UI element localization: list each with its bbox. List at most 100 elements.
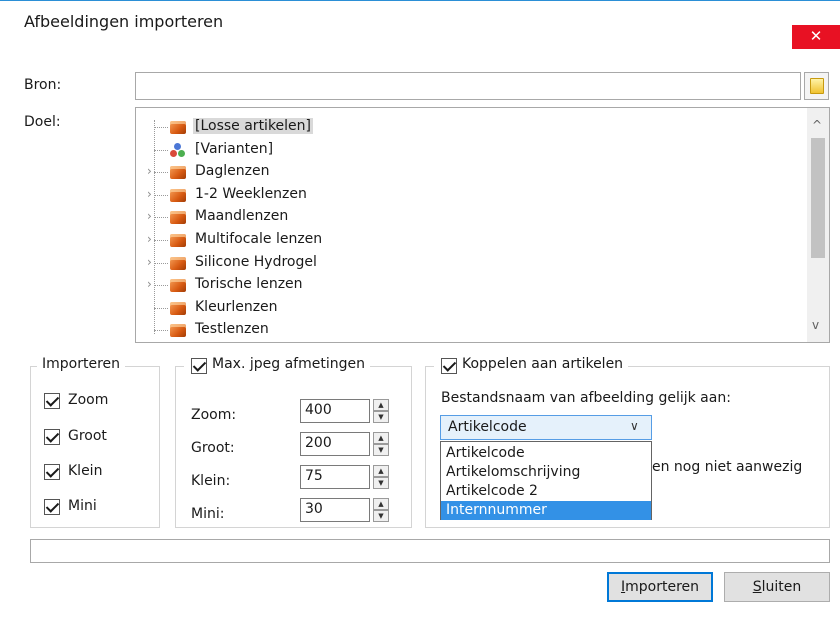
- chevron-right-icon[interactable]: ›: [147, 188, 157, 200]
- tree-item-label: Multifocale lenzen: [195, 231, 323, 247]
- jpeg-klein-input[interactable]: 75: [300, 465, 370, 489]
- tree-item[interactable]: Kleurlenzen: [136, 297, 796, 319]
- import-group-legend: Importeren: [37, 356, 126, 372]
- link-articles-legend: Koppelen aan artikelen: [434, 356, 629, 372]
- tree-item[interactable]: Testlenzen: [136, 319, 796, 341]
- cube-icon: [169, 187, 187, 203]
- zoom-checkbox-label: Zoom: [68, 392, 109, 408]
- tree-item-label: Testlenzen: [195, 321, 269, 338]
- spin-down-icon[interactable]: ▼: [373, 411, 389, 423]
- spin-up-icon[interactable]: ▲: [373, 498, 389, 510]
- filename-match-dropdown: Artikelcode Artikelomschrijving Artikelc…: [440, 441, 652, 520]
- klein-checkbox[interactable]: [44, 464, 60, 480]
- cube-icon: [169, 300, 187, 316]
- jpeg-zoom-stepper[interactable]: ▲ ▼: [373, 399, 389, 423]
- dropdown-option-artikelcode-2[interactable]: Artikelcode 2: [441, 482, 651, 501]
- tree-scrollbar[interactable]: ^ v: [807, 108, 829, 342]
- spin-up-icon[interactable]: ▲: [373, 432, 389, 444]
- tree-item[interactable]: › Multifocale lenzen: [136, 229, 796, 251]
- tree-item-label: Maandlenzen: [195, 208, 289, 225]
- jpeg-mini-stepper[interactable]: ▲ ▼: [373, 498, 389, 522]
- chevron-right-icon[interactable]: ›: [147, 165, 157, 177]
- tree-connector: [154, 240, 168, 241]
- scrollbar-thumb[interactable]: [811, 138, 825, 258]
- cube-icon: [169, 255, 187, 271]
- spin-up-icon[interactable]: ▲: [373, 399, 389, 411]
- scroll-up-icon[interactable]: ^: [812, 118, 822, 132]
- dropdown-option-artikelcode[interactable]: Artikelcode: [441, 444, 651, 463]
- spin-down-icon[interactable]: ▼: [373, 510, 389, 522]
- tree-item[interactable]: › Torische lenzen: [136, 274, 796, 296]
- filename-match-label: Bestandsnaam van afbeelding gelijk aan:: [441, 390, 731, 406]
- partially-hidden-text: en nog niet aanwezig: [652, 459, 803, 475]
- tree-item-label: Kleurlenzen: [195, 298, 278, 315]
- tree-item-label: [Varianten]: [195, 140, 274, 157]
- mini-checkbox-label: Mini: [68, 498, 97, 514]
- tree-item[interactable]: › Daglenzen: [136, 161, 796, 183]
- tree-connector: [154, 194, 168, 196]
- tree-item[interactable]: [Varianten]: [136, 139, 796, 161]
- spin-down-icon[interactable]: ▼: [373, 477, 389, 489]
- jpeg-size-checkbox[interactable]: [191, 358, 207, 374]
- tree-connector: [154, 217, 168, 219]
- chevron-down-icon: ∨: [630, 419, 639, 433]
- zoom-checkbox[interactable]: [44, 393, 60, 409]
- tree-item[interactable]: › Maandlenzen: [136, 206, 796, 228]
- dropdown-option-artikelomschrijving[interactable]: Artikelomschrijving: [441, 463, 651, 482]
- target-label: Doel:: [24, 114, 61, 130]
- spin-up-icon[interactable]: ▲: [373, 465, 389, 477]
- title-bar: Afbeeldingen importeren ✕: [0, 1, 840, 49]
- tree-connector: [154, 172, 168, 174]
- target-tree[interactable]: [Losse artikelen] [Varianten] › Daglenzen › 1…: [135, 107, 830, 343]
- molecule-icon: [169, 142, 187, 158]
- tree-connector: [154, 127, 168, 128]
- chevron-right-icon[interactable]: ›: [147, 233, 157, 245]
- chevron-right-icon[interactable]: ›: [147, 210, 157, 222]
- tree-connector: [154, 330, 168, 332]
- import-button-label: mporteren: [625, 579, 700, 595]
- jpeg-groot-stepper[interactable]: ▲ ▼: [373, 432, 389, 456]
- filename-match-value: Artikelcode: [448, 419, 527, 435]
- jpeg-klein-stepper[interactable]: ▲ ▼: [373, 465, 389, 489]
- filename-match-select[interactable]: Artikelcode ∨: [440, 415, 652, 440]
- jpeg-zoom-input[interactable]: 400: [300, 399, 370, 423]
- tree-item-label: Silicone Hydrogel: [195, 253, 317, 270]
- spin-down-icon[interactable]: ▼: [373, 444, 389, 456]
- jpeg-groot-label: Groot:: [191, 440, 235, 456]
- jpeg-zoom-label: Zoom:: [191, 407, 237, 423]
- window-title: Afbeeldingen importeren: [24, 12, 224, 31]
- tree-connector: [154, 307, 168, 309]
- close-button[interactable]: Sluiten: [724, 572, 830, 602]
- tree-item[interactable]: › 1-2 Weeklenzen: [136, 184, 796, 206]
- jpeg-size-legend: Max. jpeg afmetingen: [184, 356, 370, 372]
- close-button-label: luiten: [761, 579, 802, 595]
- mini-checkbox[interactable]: [44, 499, 60, 515]
- chevron-right-icon[interactable]: ›: [147, 256, 157, 268]
- groot-checkbox-label: Groot: [68, 428, 107, 444]
- import-button[interactable]: Importeren: [607, 572, 713, 602]
- browse-folder-button[interactable]: [804, 72, 829, 100]
- scroll-down-icon[interactable]: v: [812, 318, 819, 332]
- source-path-input[interactable]: [135, 72, 801, 100]
- klein-checkbox-label: Klein: [68, 463, 103, 479]
- groot-checkbox[interactable]: [44, 429, 60, 445]
- tree-item-label: 1-2 Weeklenzen: [195, 185, 307, 202]
- cube-icon: [169, 119, 187, 135]
- tree-item[interactable]: › Silicone Hydrogel: [136, 252, 796, 274]
- tree-item-label: [Losse artikelen]: [193, 118, 314, 134]
- jpeg-groot-input[interactable]: 200: [300, 432, 370, 456]
- jpeg-klein-label: Klein:: [191, 473, 231, 489]
- cube-icon: [169, 232, 187, 248]
- tree-item[interactable]: [Losse artikelen]: [136, 116, 796, 138]
- link-articles-checkbox[interactable]: [441, 358, 457, 374]
- dropdown-option-internnummer[interactable]: Internnummer: [441, 501, 651, 520]
- chevron-right-icon[interactable]: ›: [147, 278, 157, 290]
- jpeg-mini-input[interactable]: 30: [300, 498, 370, 522]
- source-label: Bron:: [24, 77, 62, 93]
- cube-icon: [169, 209, 187, 225]
- cube-icon: [169, 164, 187, 180]
- tree-item-label: Torische lenzen: [195, 276, 303, 293]
- tree-connector: [154, 285, 168, 287]
- close-window-button[interactable]: ✕: [792, 25, 840, 49]
- jpeg-mini-label: Mini:: [191, 506, 225, 522]
